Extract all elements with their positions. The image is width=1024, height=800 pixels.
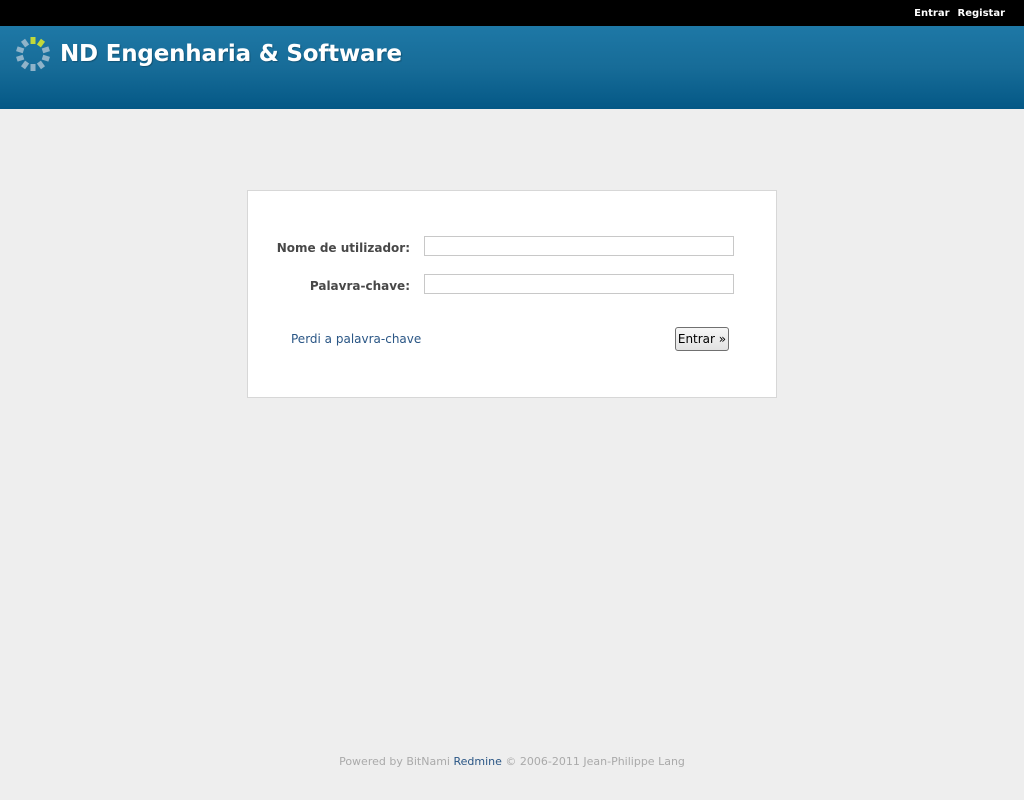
redmine-link[interactable]: Redmine	[454, 755, 502, 768]
footer-prefix: Powered by BitNami	[339, 755, 450, 768]
top-menu: Entrar Registar	[0, 0, 1024, 26]
login-form: Nome de utilizador: Palavra-chave: Perdi…	[247, 190, 777, 398]
logo-segment	[16, 46, 25, 54]
login-link[interactable]: Entrar	[914, 8, 949, 19]
password-label: Palavra-chave:	[309, 279, 410, 293]
username-label: Nome de utilizador:	[276, 241, 410, 255]
logo-segment	[20, 38, 30, 48]
logo-segment	[16, 54, 25, 62]
site-title: ND Engenharia & Software	[60, 41, 402, 67]
header: ND Engenharia & Software	[0, 26, 1024, 109]
register-link[interactable]: Registar	[958, 8, 1005, 19]
account-menu: Entrar Registar	[914, 8, 1005, 19]
logo-segment	[20, 60, 30, 70]
spinner-logo-icon	[16, 37, 50, 71]
password-input[interactable]	[424, 274, 734, 294]
lost-password-link[interactable]: Perdi a palavra-chave	[291, 332, 421, 346]
footer: Powered by BitNami Redmine © 2006-2011 J…	[0, 755, 1024, 768]
logo-segments	[16, 37, 50, 71]
logo-segment	[36, 38, 46, 48]
logo-segment	[41, 46, 50, 54]
username-input[interactable]	[424, 236, 734, 256]
footer-copyright: © 2006-2011 Jean-Philippe Lang	[505, 755, 685, 768]
logo-segment	[41, 54, 50, 62]
login-submit-button[interactable]: Entrar »	[675, 327, 729, 351]
logo-segment	[36, 60, 46, 70]
